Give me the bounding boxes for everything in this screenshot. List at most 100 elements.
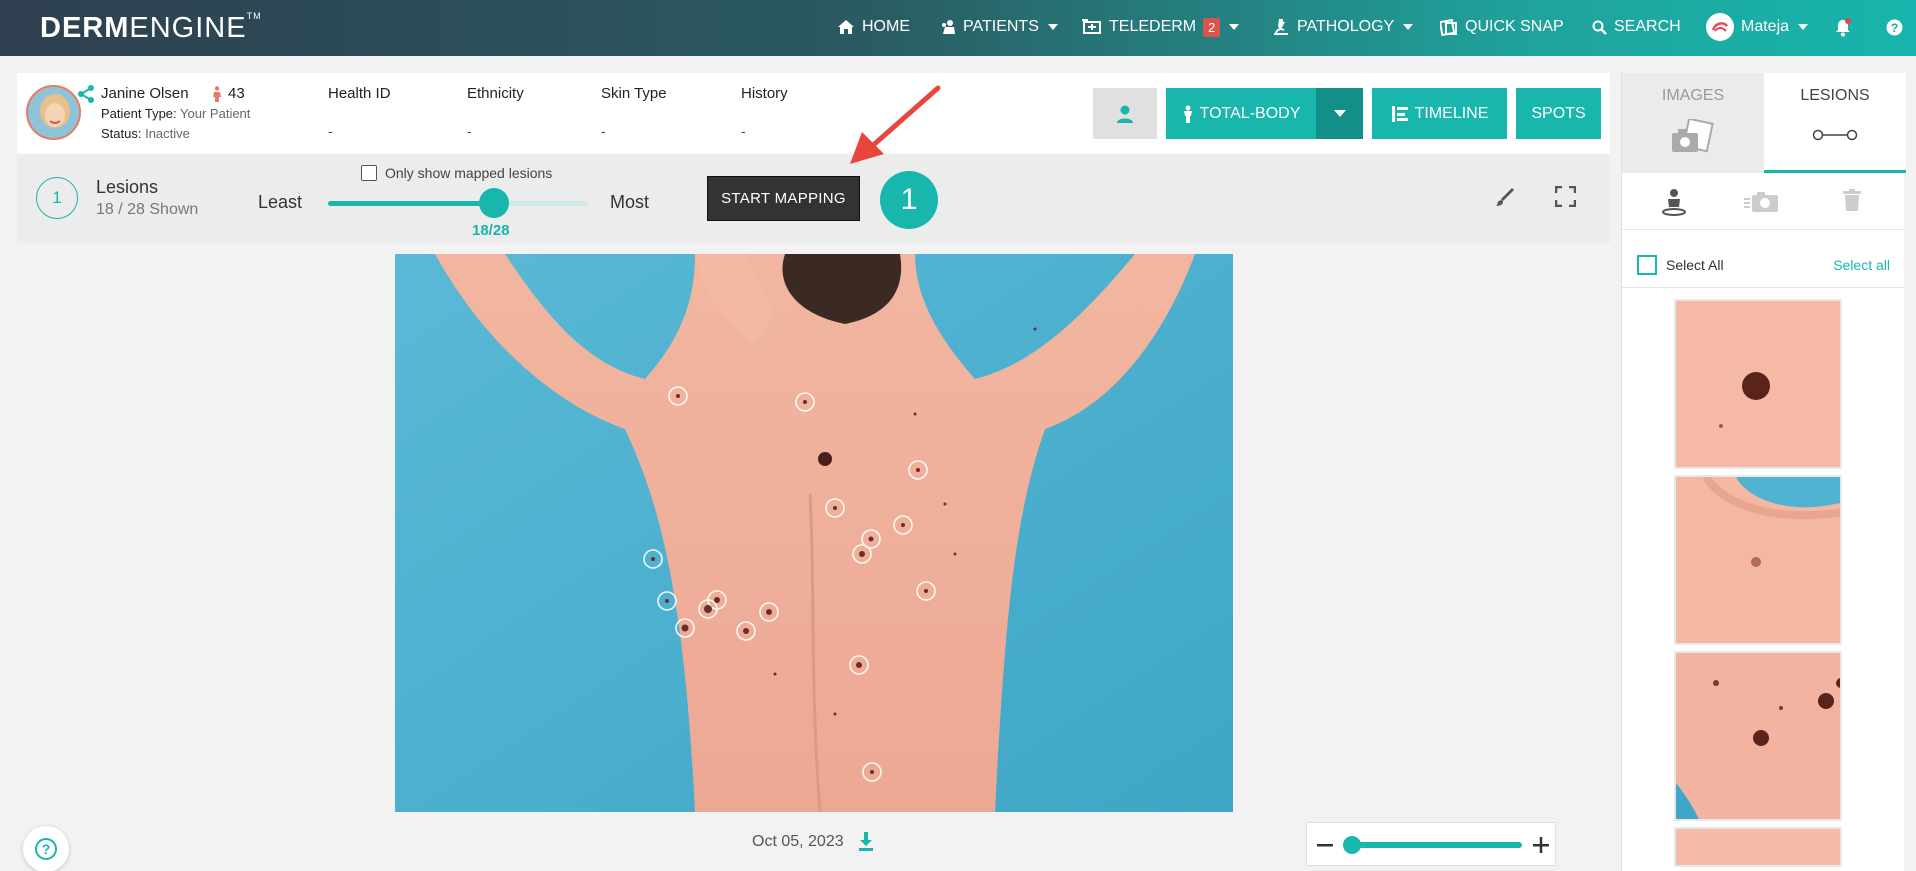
trash-icon[interactable] [1843, 189, 1861, 211]
total-body-button[interactable]: TOTAL-BODY [1166, 88, 1316, 139]
tab-images[interactable]: IMAGES [1622, 73, 1764, 173]
zoom-in-icon[interactable] [1533, 837, 1549, 853]
logo-text-derm: DERM [40, 12, 130, 44]
zoom-slider-handle[interactable] [1343, 836, 1361, 854]
history-value: - [741, 123, 746, 139]
ethnicity-value: - [467, 123, 472, 139]
skin-type-header: Skin Type [601, 85, 667, 102]
slider-fill [328, 201, 495, 206]
nav-patients[interactable]: PATIENTS [940, 14, 1058, 40]
user-icon [1117, 105, 1133, 123]
right-panel: IMAGES LESIONS Select All Select all [1621, 73, 1906, 871]
body-photo[interactable] [395, 254, 1233, 812]
tab-lesions-label: LESIONS [1800, 87, 1870, 104]
patient-profile-button[interactable] [1093, 88, 1157, 139]
patient-status: Status: Inactive [101, 126, 190, 141]
only-mapped-toggle[interactable]: Only show mapped lesions [361, 165, 552, 181]
female-icon [213, 85, 221, 102]
patient-name[interactable]: Janine Olsen [101, 85, 189, 102]
lesion-thumbnail-image [1676, 829, 1840, 865]
camera-icon[interactable] [1744, 191, 1778, 213]
lesion-thumbnail-list [1674, 299, 1842, 871]
brand-mark-icon [1711, 22, 1728, 32]
nav-search[interactable]: SEARCH [1592, 14, 1681, 40]
select-all-checkbox[interactable] [1637, 255, 1657, 275]
question-circle-icon: ? [1886, 19, 1903, 35]
total-body-label: TOTAL-BODY [1199, 104, 1301, 122]
slider-handle[interactable] [479, 188, 510, 218]
spots-button[interactable]: SPOTS [1516, 88, 1601, 139]
slider-value: 18/28 [472, 222, 510, 239]
tab-lesions[interactable]: LESIONS [1764, 73, 1906, 173]
body-map-icon[interactable] [1662, 188, 1686, 216]
timeline-label: TIMELINE [1414, 104, 1489, 122]
search-icon [1592, 20, 1607, 35]
brush-icon[interactable] [1494, 186, 1516, 208]
nav-telederm-label: TELEDERM [1109, 18, 1197, 35]
lesion-thumbnail[interactable] [1674, 475, 1842, 645]
zoom-out-icon[interactable] [1317, 838, 1333, 852]
lesion-thumbnail[interactable] [1674, 299, 1842, 469]
nav-user-label: Mateja [1741, 18, 1790, 35]
select-all-link[interactable]: Select all [1833, 257, 1890, 273]
lesion-thumbnail[interactable] [1674, 651, 1842, 821]
timeline-button[interactable]: TIMELINE [1372, 88, 1507, 139]
chevron-down-icon [1403, 24, 1414, 30]
patient-type: Patient Type: Your Patient [101, 106, 250, 121]
start-mapping-button[interactable]: START MAPPING [707, 176, 860, 221]
select-all-label: Select All [1666, 257, 1724, 273]
help-menu-button[interactable]: ? [1886, 14, 1903, 40]
lesions-title: Lesions [96, 177, 159, 197]
notifications-button[interactable] [1834, 14, 1852, 40]
nav-patients-label: PATIENTS [963, 18, 1039, 35]
lesions-toolbar: 1 Lesions 18 / 28 Shown Only show mapped… [17, 155, 1610, 243]
dermengine-logo[interactable]: DERMENGINETM [40, 11, 262, 45]
patient-age-value: 43 [228, 85, 245, 102]
question-circle-icon: ? [35, 838, 57, 860]
image-date-row: Oct 05, 2023 [752, 832, 874, 851]
tab-images-label: IMAGES [1661, 87, 1725, 104]
telederm-count-badge: 2 [1203, 17, 1221, 37]
download-icon[interactable] [858, 832, 874, 851]
nav-user-menu[interactable]: Mateja [1706, 13, 1809, 41]
history-header: History [741, 85, 788, 102]
tutorial-step-badge: 1 [880, 171, 938, 229]
patient-status-value: Inactive [145, 126, 190, 141]
nav-telederm[interactable]: TELEDERM 2 [1082, 14, 1240, 40]
patient-avatar[interactable] [26, 85, 81, 140]
nav-pathology-label: PATHOLOGY [1297, 18, 1395, 35]
zoom-slider-track[interactable] [1343, 836, 1522, 854]
home-icon [838, 20, 854, 34]
patient-age: 43 [212, 85, 245, 102]
health-id-header: Health ID [328, 85, 391, 102]
quick-snap-icon [1440, 18, 1457, 36]
help-button[interactable]: ? [23, 826, 69, 871]
chevron-down-icon [1047, 24, 1058, 30]
timeline-icon [1391, 105, 1408, 122]
total-body-dropdown-button[interactable] [1316, 88, 1363, 139]
body-icon [1183, 105, 1192, 123]
fullscreen-icon[interactable] [1555, 186, 1576, 207]
health-id-value: - [328, 123, 333, 139]
lesion-filter-slider[interactable] [328, 188, 588, 218]
nav-search-label: SEARCH [1614, 18, 1681, 35]
share-icon[interactable] [77, 85, 95, 103]
patient-type-label: Patient Type: [101, 106, 177, 121]
spots-label: SPOTS [1531, 104, 1586, 122]
only-mapped-checkbox[interactable] [361, 165, 377, 181]
skin-type-value: - [601, 123, 606, 139]
user-avatar [1706, 13, 1734, 41]
nav-pathology[interactable]: PATHOLOGY [1272, 14, 1414, 40]
lesion-count-circle: 1 [36, 177, 78, 219]
annotation-arrow [850, 85, 941, 164]
image-date: Oct 05, 2023 [752, 832, 844, 850]
telederm-icon [1082, 19, 1101, 34]
svg-text:?: ? [42, 841, 51, 857]
lesion-thumbnail[interactable] [1674, 827, 1842, 867]
bell-icon [1836, 17, 1851, 36]
lesion-thumbnail-image [1676, 301, 1840, 467]
nav-quick-snap[interactable]: QUICK SNAP [1440, 14, 1564, 40]
nav-home[interactable]: HOME [837, 14, 910, 40]
zoom-control [1306, 822, 1556, 866]
patients-icon [942, 20, 955, 34]
